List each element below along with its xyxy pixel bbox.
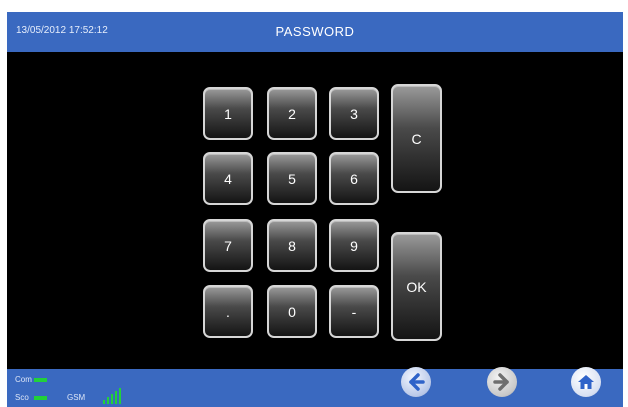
key-0[interactable]: 0	[267, 285, 317, 338]
key-dot[interactable]: .	[203, 285, 253, 338]
clear-button[interactable]: C	[391, 84, 442, 193]
left-arrow-icon	[409, 373, 425, 391]
key-7[interactable]: 7	[203, 219, 253, 272]
key-4[interactable]: 4	[203, 152, 253, 205]
ok-button[interactable]: OK	[391, 232, 442, 341]
right-arrow-icon	[493, 373, 509, 391]
key-9[interactable]: 9	[329, 219, 379, 272]
sco-indicator	[34, 396, 47, 400]
sco-label: Sco	[15, 393, 29, 402]
key-8[interactable]: 8	[267, 219, 317, 272]
forward-button[interactable]	[487, 367, 517, 397]
com-label: Com	[15, 375, 32, 384]
key-6[interactable]: 6	[329, 152, 379, 205]
key-2[interactable]: 2	[267, 87, 317, 140]
gsm-label: GSM	[67, 393, 86, 402]
title-bar: 13/05/2012 17:52:12 PASSWORD	[7, 12, 623, 52]
hmi-screen: 13/05/2012 17:52:12 PASSWORD 1 2 3 4 5 6…	[7, 12, 623, 407]
key-1[interactable]: 1	[203, 87, 253, 140]
home-icon	[578, 375, 594, 389]
key-5[interactable]: 5	[267, 152, 317, 205]
key-minus[interactable]: -	[329, 285, 379, 338]
key-3[interactable]: 3	[329, 87, 379, 140]
com-indicator	[34, 378, 47, 382]
status-bar: Com Sco GSM	[7, 369, 623, 407]
home-button[interactable]	[571, 367, 601, 397]
back-button[interactable]	[401, 367, 431, 397]
page-title: PASSWORD	[275, 24, 355, 39]
